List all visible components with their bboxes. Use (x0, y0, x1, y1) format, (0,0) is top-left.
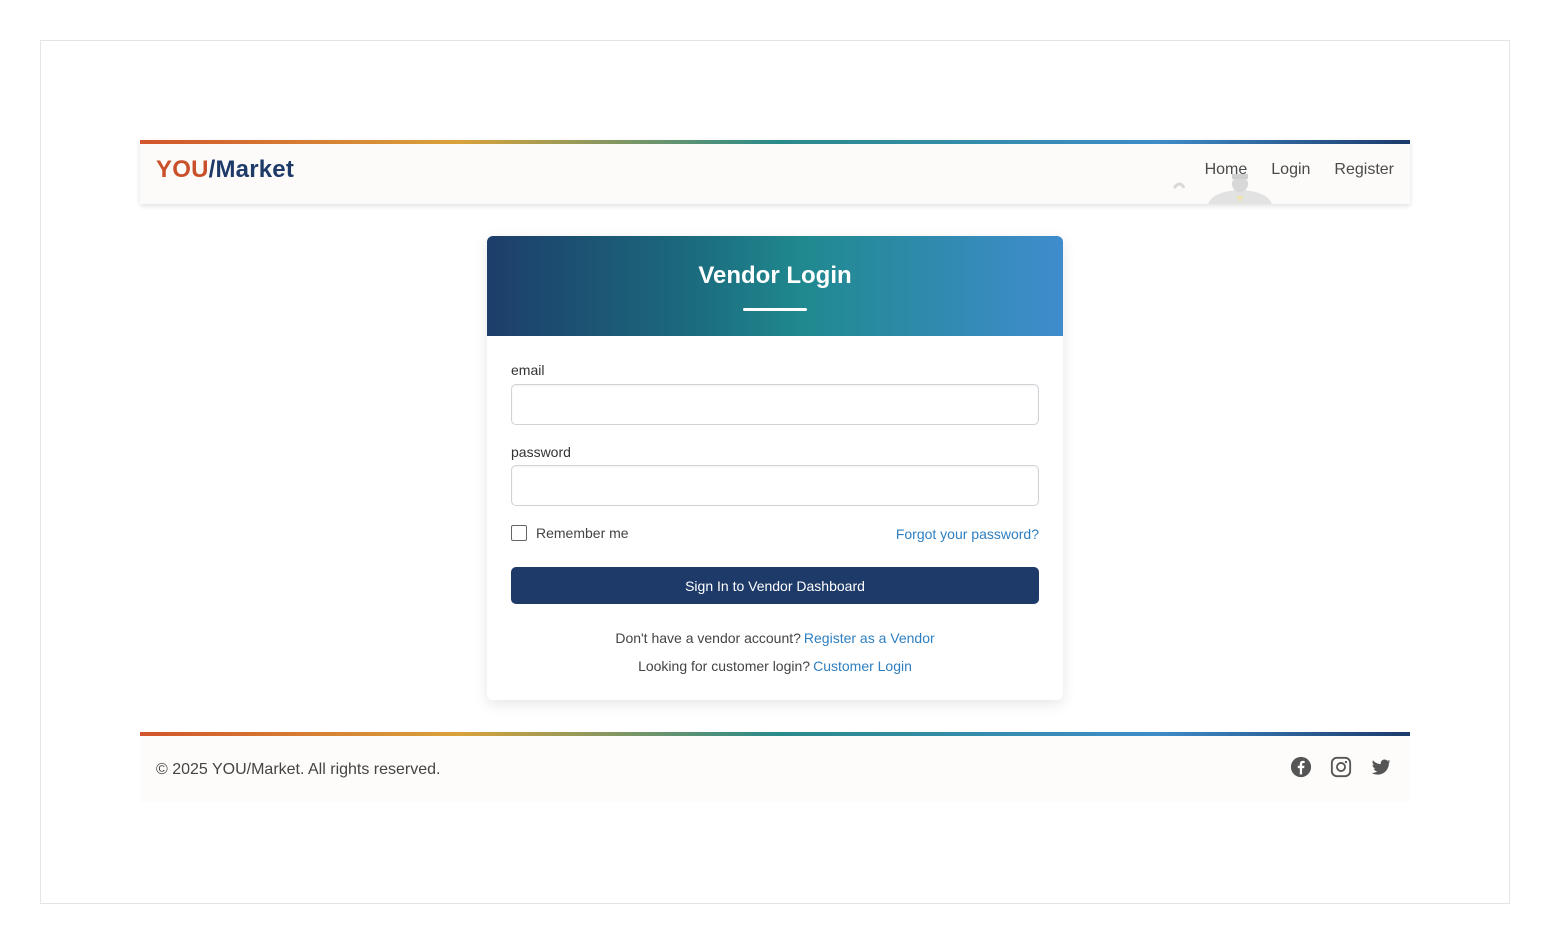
site-header: YOU/Market Home Login Register (140, 140, 1410, 204)
sign-in-button[interactable]: Sign In to Vendor Dashboard (511, 567, 1039, 604)
register-prompt: Don't have a vendor account? Register as … (487, 630, 1063, 646)
twitter-icon[interactable] (1370, 756, 1392, 778)
main-nav: Home Login Register (1205, 161, 1394, 179)
remember-me-label: Remember me (536, 525, 629, 541)
copyright-text: © 2025 YOU/Market. All rights reserved. (156, 761, 441, 778)
logo-market: /Market (208, 156, 295, 183)
nav-home-link[interactable]: Home (1205, 161, 1248, 179)
nav-register-link[interactable]: Register (1334, 161, 1394, 179)
page-title: Vendor Login (698, 262, 852, 289)
header-accent-bar (140, 140, 1410, 144)
vendor-login-card: Vendor Login email password Remember me … (487, 236, 1063, 700)
footer-accent-bar (140, 732, 1410, 736)
site-logo[interactable]: YOU/Market (156, 156, 294, 184)
email-field[interactable] (511, 384, 1039, 425)
card-header: Vendor Login (487, 236, 1063, 336)
no-account-text: Don't have a vendor account? (615, 630, 801, 646)
forgot-password-link[interactable]: Forgot your password? (896, 526, 1039, 542)
password-label: password (511, 444, 571, 460)
customer-text: Looking for customer login? (638, 658, 811, 674)
remember-me[interactable]: Remember me (511, 525, 629, 541)
site-footer: © 2025 YOU/Market. All rights reserved. (140, 732, 1410, 802)
customer-login-prompt: Looking for customer login? Customer Logi… (487, 658, 1063, 674)
password-field[interactable] (511, 465, 1039, 506)
remember-me-checkbox[interactable] (511, 525, 527, 541)
register-vendor-link[interactable]: Register as a Vendor (804, 630, 935, 646)
facebook-icon[interactable] (1290, 756, 1312, 778)
nav-login-link[interactable]: Login (1271, 161, 1310, 179)
instagram-icon[interactable] (1330, 756, 1352, 778)
customer-login-link[interactable]: Customer Login (813, 658, 912, 674)
social-links (1290, 756, 1392, 778)
logo-you: YOU (156, 156, 209, 183)
email-label: email (511, 362, 545, 378)
title-underline (743, 308, 807, 311)
